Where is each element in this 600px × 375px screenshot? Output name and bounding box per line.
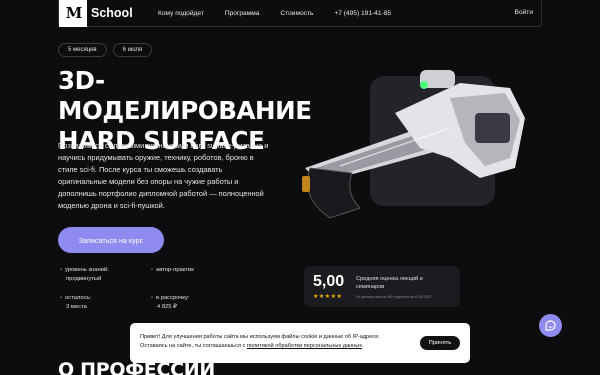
fact-level: • уровень знаний: продвинутый: [60, 266, 109, 284]
fact-author: • автор-практик: [151, 266, 194, 275]
fact-installment-label: в рассрочку:: [156, 295, 190, 301]
course-description: Познакомься с главными принципами hard s…: [58, 141, 269, 210]
logo-icon[interactable]: M: [59, 0, 87, 27]
duration-tag: 5 месяцев: [58, 43, 107, 57]
main-nav: Кому подойдет Программа Стоимость +7 (49…: [158, 10, 412, 17]
fact-installment-value: 4 825 ₽: [157, 304, 177, 310]
sci-fi-gun-render: [300, 58, 530, 228]
header: M School Кому подойдет Программа Стоимос…: [58, 0, 542, 27]
nav-price[interactable]: Стоимость: [280, 10, 313, 17]
section-title-about: О ПРОФЕССИИ: [58, 359, 215, 375]
fact-seats-value: 3 места: [66, 304, 87, 310]
course-tags: 5 месяцев 6 июля: [58, 43, 153, 57]
enroll-button[interactable]: Записаться на курс: [58, 227, 164, 253]
bullet-icon: •: [60, 267, 63, 273]
logo-text[interactable]: School: [91, 6, 143, 20]
rating-card: 5,00 ★★★★★ Средняя оценка лекций и семин…: [304, 266, 460, 307]
nav-phone[interactable]: +7 (495) 191-41-85: [334, 10, 391, 17]
bullet-icon: •: [151, 295, 154, 301]
chat-icon: [545, 320, 556, 331]
privacy-policy-link[interactable]: политикой обработки персональных данных: [247, 343, 362, 349]
fact-seats-label: осталось:: [65, 295, 92, 301]
cookie-banner: Привет! Для улучшения работы сайта мы ис…: [130, 323, 470, 363]
nav-who-fits[interactable]: Кому подойдет: [158, 10, 204, 17]
rating-value: 5,00: [313, 273, 345, 290]
rating-note: По данным опроса 140 студентов на 11.05.…: [356, 295, 432, 299]
chat-button[interactable]: [539, 314, 562, 337]
login-link[interactable]: Войти: [515, 9, 533, 16]
cookie-text-end: .: [362, 343, 364, 349]
bullet-icon: •: [151, 267, 154, 273]
star-rating-icon: ★★★★★: [313, 294, 343, 300]
fact-author-label: автор-практик: [156, 267, 194, 273]
nav-program[interactable]: Программа: [225, 10, 260, 17]
rating-label: Средняя оценка лекций и семинаров: [356, 276, 423, 290]
fact-level-value: продвинутый: [66, 276, 102, 282]
start-date-tag: 6 июля: [112, 43, 153, 57]
fact-level-label: уровень знаний:: [65, 267, 109, 273]
cookie-text: Привет! Для улучшения работы сайта мы ис…: [140, 333, 408, 351]
bullet-icon: •: [60, 295, 63, 301]
fact-installment: • в рассрочку: 4 825 ₽: [151, 294, 189, 312]
accept-cookies-button[interactable]: Принять: [420, 336, 460, 350]
fact-seats: • осталось: 3 места: [60, 294, 91, 312]
